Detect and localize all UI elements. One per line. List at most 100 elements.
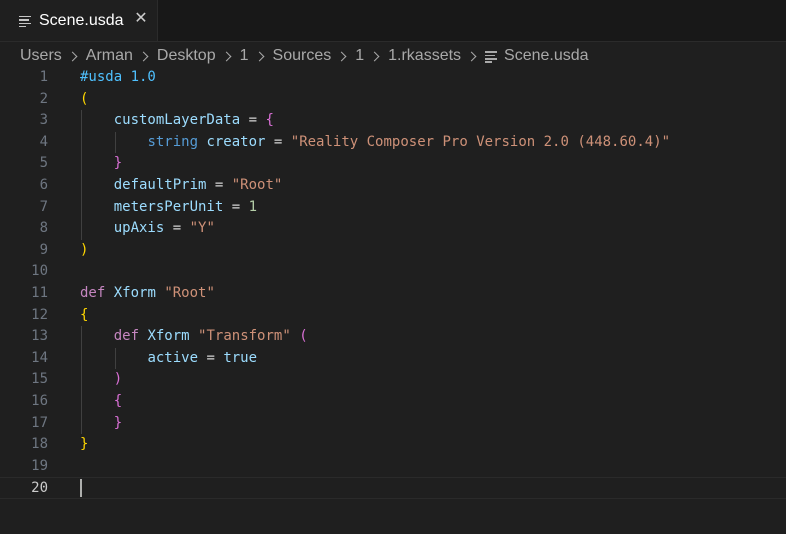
line-number: 5 <box>39 155 48 172</box>
breadcrumb-item[interactable]: Sources <box>273 47 332 65</box>
breadcrumb: Users Arman Desktop 1 Sources 1 1.rkassets Scen… <box>20 44 589 68</box>
breadcrumb-item[interactable]: Arman <box>86 47 133 65</box>
code-line[interactable]: 12 { <box>0 305 786 327</box>
chevron-right-icon <box>336 51 347 61</box>
line-number: 17 <box>31 414 48 431</box>
line-number: 6 <box>39 177 48 193</box>
code-text: metersPerUnit = 1 <box>80 197 257 219</box>
breadcrumb-item[interactable]: Desktop <box>157 47 216 65</box>
code-token: upAxis <box>113 220 165 237</box>
code-line[interactable]: 3 customLayerData = { <box>0 110 786 132</box>
code-line[interactable]: 1 #usda 1.0 <box>0 67 786 89</box>
indent-guide <box>81 326 82 435</box>
line-number: 1 <box>39 69 48 85</box>
text-cursor <box>80 479 82 498</box>
chevron-right-icon <box>221 51 232 61</box>
code-token: "Root" <box>164 285 215 301</box>
code-text: upAxis = "Y" <box>80 218 215 240</box>
code-text: ) <box>80 240 88 262</box>
code-token: } <box>80 436 89 453</box>
code-line[interactable]: 20 <box>0 477 786 499</box>
code-token: def <box>113 328 140 345</box>
line-number: 7 <box>39 198 48 215</box>
code-token: 1 <box>248 198 258 215</box>
code-text: defaultPrim = "Root" <box>80 175 283 197</box>
code-token: def <box>80 285 106 301</box>
code-line[interactable]: 17 } <box>0 413 786 435</box>
code-token: = <box>223 198 249 215</box>
indent-guide <box>115 131 116 154</box>
indent-guide <box>81 110 82 240</box>
tab-bar: Scene.usda ✕ <box>0 0 786 42</box>
line-number: 2 <box>39 90 48 107</box>
code-token: Xform <box>113 285 156 301</box>
code-line[interactable]: 10 <box>0 261 786 283</box>
code-token: } <box>113 414 123 431</box>
code-token: creator <box>206 133 266 150</box>
breadcrumb-file[interactable]: Scene.usda <box>504 47 589 65</box>
line-number: 10 <box>31 263 48 280</box>
code-token: ( <box>80 90 89 107</box>
code-token: ) <box>80 241 89 258</box>
code-text: ) <box>80 369 122 391</box>
code-line[interactable]: 14 active = true <box>0 348 786 370</box>
code-token: metersPerUnit <box>113 198 224 215</box>
code-text: { <box>80 391 122 413</box>
code-token: { <box>265 112 274 129</box>
code-line[interactable]: 16 { <box>0 391 786 413</box>
code-line[interactable]: 4 string creator = "Reality Composer Pro… <box>0 132 786 154</box>
code-line[interactable]: 15 ) <box>0 369 786 391</box>
code-line[interactable]: 9) <box>0 240 786 262</box>
code-line[interactable]: 13 def Xform "Transform" ( <box>0 326 786 348</box>
chevron-right-icon <box>67 51 78 61</box>
close-icon[interactable]: ✕ <box>133 11 149 27</box>
code-token: { <box>80 306 89 323</box>
code-token: defaultPrim <box>113 177 207 193</box>
line-number: 18 <box>31 436 48 453</box>
code-line[interactable]: 8 upAxis = "Y" <box>0 218 786 240</box>
line-number: 16 <box>31 393 48 409</box>
code-line[interactable]: 11 def Xform "Root" <box>0 283 786 305</box>
code-token: = <box>164 220 190 237</box>
line-number: 9 <box>39 241 48 258</box>
code-token: Xform <box>147 328 190 345</box>
breadcrumb-item[interactable]: 1.rkassets <box>388 47 461 65</box>
chevron-right-icon <box>369 51 380 61</box>
code-token: customLayerData <box>113 112 241 129</box>
code-editor[interactable]: 1 #usda 1.0 2(3 customLayerData = {4 strin… <box>0 67 786 534</box>
code-token: = <box>206 177 232 193</box>
code-line[interactable]: 7 metersPerUnit = 1 <box>0 197 786 219</box>
code-line[interactable]: 2( <box>0 89 786 111</box>
file-lines-icon <box>19 15 31 27</box>
code-text: } <box>80 434 88 456</box>
code-text: customLayerData = { <box>80 110 274 132</box>
breadcrumb-item[interactable]: 1 <box>240 47 249 65</box>
breadcrumb-item[interactable]: 1 <box>355 47 364 65</box>
code-token: #usda 1.0 <box>80 69 156 85</box>
code-token: true <box>223 349 258 366</box>
code-text: ( <box>80 89 88 111</box>
indent-guide <box>115 347 116 370</box>
code-text: def Xform "Transform" ( <box>80 326 308 348</box>
code-token: "Reality Composer Pro Version 2.0 (448.6… <box>290 133 671 150</box>
code-line[interactable]: 6 defaultPrim = "Root" <box>0 175 786 197</box>
code-line[interactable]: 18} <box>0 434 786 456</box>
code-token: } <box>113 155 123 172</box>
code-text: def Xform "Root" <box>80 283 215 305</box>
breadcrumb-item[interactable]: Users <box>20 47 62 65</box>
code-token: = <box>198 349 224 366</box>
code-line[interactable]: 5 } <box>0 153 786 175</box>
file-lines-icon <box>485 50 498 63</box>
code-line[interactable]: 19 <box>0 456 786 478</box>
tab-scene-usda[interactable]: Scene.usda ✕ <box>0 0 158 41</box>
code-token: ( <box>299 328 308 345</box>
line-number: 8 <box>39 220 48 237</box>
